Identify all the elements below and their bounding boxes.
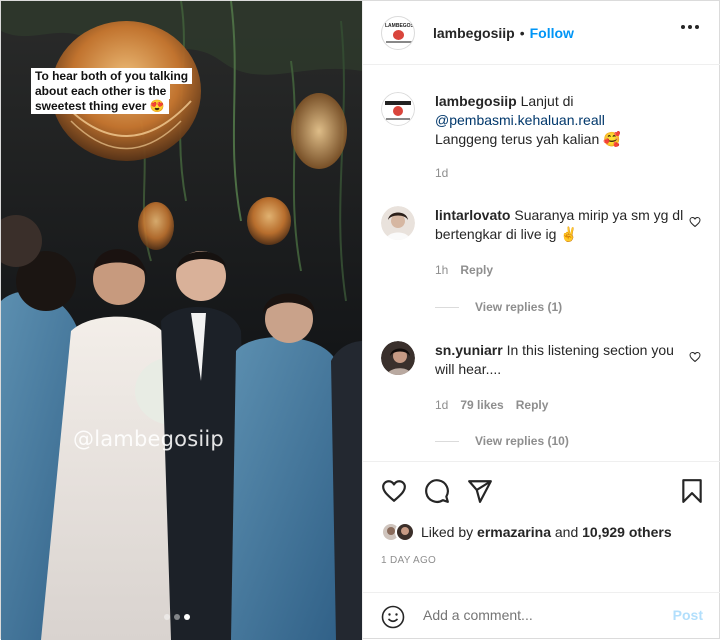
- comment-reply-button[interactable]: Reply: [460, 263, 493, 277]
- comment-time[interactable]: 1d: [435, 398, 448, 412]
- caption-mention-link[interactable]: @pembasmi.kehaluan.reall: [435, 112, 605, 128]
- liker-avatar[interactable]: [395, 522, 415, 542]
- replies-divider-line: [435, 440, 459, 442]
- likes-text: Liked by ermazarina and 10,929 others: [421, 524, 672, 540]
- comment-time[interactable]: 1h: [435, 263, 448, 277]
- carousel-indicator: [164, 614, 190, 620]
- comment-meta: 1d 79 likes Reply: [435, 398, 548, 412]
- author-avatar[interactable]: LAMBEGOSIIP: [381, 15, 415, 50]
- view-replies-label: View replies (10): [475, 434, 569, 448]
- post-actions: Liked by ermazarina and 10,929 others 1 …: [363, 461, 720, 640]
- view-replies-button[interactable]: View replies (1): [435, 300, 562, 314]
- header-separator: •: [519, 24, 525, 41]
- carousel-dot[interactable]: [164, 614, 170, 620]
- caption-text-suffix: Langgeng terus yah kalian 🥰: [435, 131, 621, 147]
- comment-likes-count[interactable]: 79 likes: [460, 398, 503, 412]
- likes-prefix: Liked by: [421, 524, 474, 540]
- view-replies-button[interactable]: View replies (10): [435, 434, 569, 448]
- heart-icon[interactable]: [381, 478, 407, 504]
- post-date[interactable]: 1 DAY AGO: [381, 555, 436, 566]
- avatar-logo-underline: [386, 40, 412, 43]
- caption-body: lambegosiip Lanjut di @pembasmi.kehaluan…: [435, 92, 685, 149]
- commenter-avatar[interactable]: [381, 206, 415, 240]
- caption-username[interactable]: lambegosiip: [435, 93, 517, 109]
- add-comment-input[interactable]: [423, 607, 643, 623]
- comment-like-heart-icon[interactable]: [689, 216, 701, 228]
- bookmark-icon[interactable]: [679, 478, 705, 504]
- likes-middle: and: [554, 524, 579, 540]
- post-comment-button[interactable]: Post: [673, 607, 703, 623]
- post-photo[interactable]: To hear both of you talking about each o…: [1, 1, 362, 640]
- comment-reply-button[interactable]: Reply: [516, 398, 549, 412]
- caption-time[interactable]: 1d: [435, 166, 448, 180]
- post-card: To hear both of you talking about each o…: [0, 0, 720, 640]
- more-horizontal-icon[interactable]: [681, 25, 699, 31]
- comment-icon[interactable]: [424, 478, 450, 504]
- comment-like-heart-icon[interactable]: [689, 351, 701, 363]
- comment-username[interactable]: lintarlovato: [435, 207, 510, 223]
- caption-meta: 1d: [435, 166, 448, 180]
- replies-divider-line: [435, 306, 459, 308]
- carousel-dot-active[interactable]: [184, 614, 190, 620]
- comment-username[interactable]: sn.yuniarr: [435, 342, 503, 358]
- comment-body: lintarlovato Suaranya mirip ya sm yg dl …: [435, 206, 685, 244]
- photo-caption-sticker: To hear both of you talking about each o…: [31, 68, 199, 114]
- liked-by-username[interactable]: ermazarina: [477, 524, 551, 540]
- follow-button[interactable]: Follow: [530, 25, 574, 41]
- post-header: LAMBEGOSIIP lambegosiip • Follow: [363, 1, 720, 65]
- comment-body: sn.yuniarr In this listening section you…: [435, 341, 685, 379]
- photo-watermark: @lambegosiip: [73, 427, 224, 451]
- commenter-avatar[interactable]: [381, 341, 415, 375]
- post-side-panel: LAMBEGOSIIP lambegosiip • Follow lambego…: [362, 1, 720, 640]
- caption-author-avatar[interactable]: [381, 92, 415, 126]
- avatar-logo-text: LAMBEGOSIIP: [385, 22, 414, 29]
- caption-text-prefix: Lanjut di: [520, 93, 574, 109]
- emoji-smiley-icon[interactable]: [381, 605, 405, 629]
- send-icon[interactable]: [467, 478, 493, 504]
- avatar-logo-mark: [393, 29, 404, 40]
- add-comment-bar: Post: [363, 592, 720, 641]
- carousel-dot[interactable]: [174, 614, 180, 620]
- likes-count[interactable]: 10,929 others: [582, 524, 672, 540]
- comment-meta: 1h Reply: [435, 263, 493, 277]
- comments-list[interactable]: lambegosiip Lanjut di @pembasmi.kehaluan…: [363, 66, 720, 461]
- author-username[interactable]: lambegosiip: [433, 25, 515, 41]
- likes-summary: Liked by ermazarina and 10,929 others: [381, 522, 672, 542]
- view-replies-label: View replies (1): [475, 300, 563, 314]
